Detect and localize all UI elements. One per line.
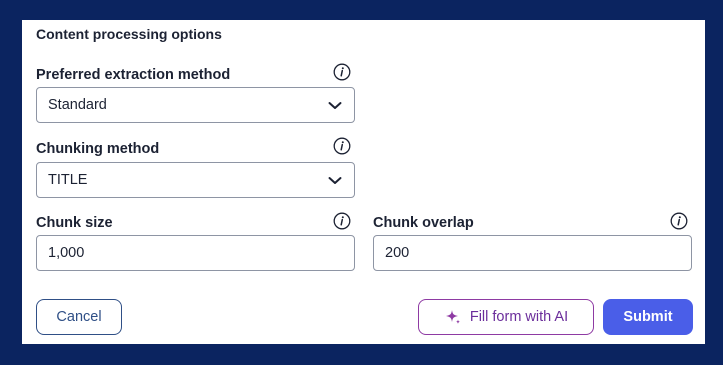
chunking-method-value: TITLE — [48, 172, 88, 188]
fill-form-with-ai-button[interactable]: Fill form with AI — [418, 299, 594, 335]
sparkle-icon — [445, 310, 460, 324]
extraction-method-label: Preferred extraction method — [36, 67, 231, 83]
submit-button-label: Submit — [623, 309, 673, 325]
extraction-info-icon[interactable] — [333, 63, 351, 81]
fill-form-with-ai-label: Fill form with AI — [469, 309, 569, 325]
chunk-size-label: Chunk size — [36, 215, 113, 231]
extraction-method-select[interactable]: Standard — [36, 87, 355, 123]
chunk-size-value: 1,000 — [48, 245, 85, 261]
chunking-info-icon[interactable] — [333, 137, 351, 155]
chunk-size-input[interactable]: 1,000 — [36, 235, 355, 271]
submit-button[interactable]: Submit — [603, 299, 693, 335]
chunk-overlap-input[interactable]: 200 — [373, 235, 692, 271]
chunk-size-info-icon[interactable] — [333, 212, 351, 230]
chunk-overlap-label: Chunk overlap — [373, 215, 474, 231]
content-processing-panel: Content processing options Preferred ext… — [22, 20, 705, 344]
chunking-method-select[interactable]: TITLE — [36, 162, 355, 198]
cancel-button[interactable]: Cancel — [36, 299, 122, 335]
chunk-overlap-info-icon[interactable] — [670, 212, 688, 230]
chunking-method-label: Chunking method — [36, 141, 160, 157]
chevron-down-icon — [328, 177, 342, 184]
cancel-button-label: Cancel — [56, 309, 102, 325]
chevron-down-icon — [328, 102, 342, 109]
section-title: Content processing options — [36, 26, 222, 42]
chunk-overlap-value: 200 — [385, 245, 410, 261]
extraction-method-value: Standard — [48, 97, 107, 113]
